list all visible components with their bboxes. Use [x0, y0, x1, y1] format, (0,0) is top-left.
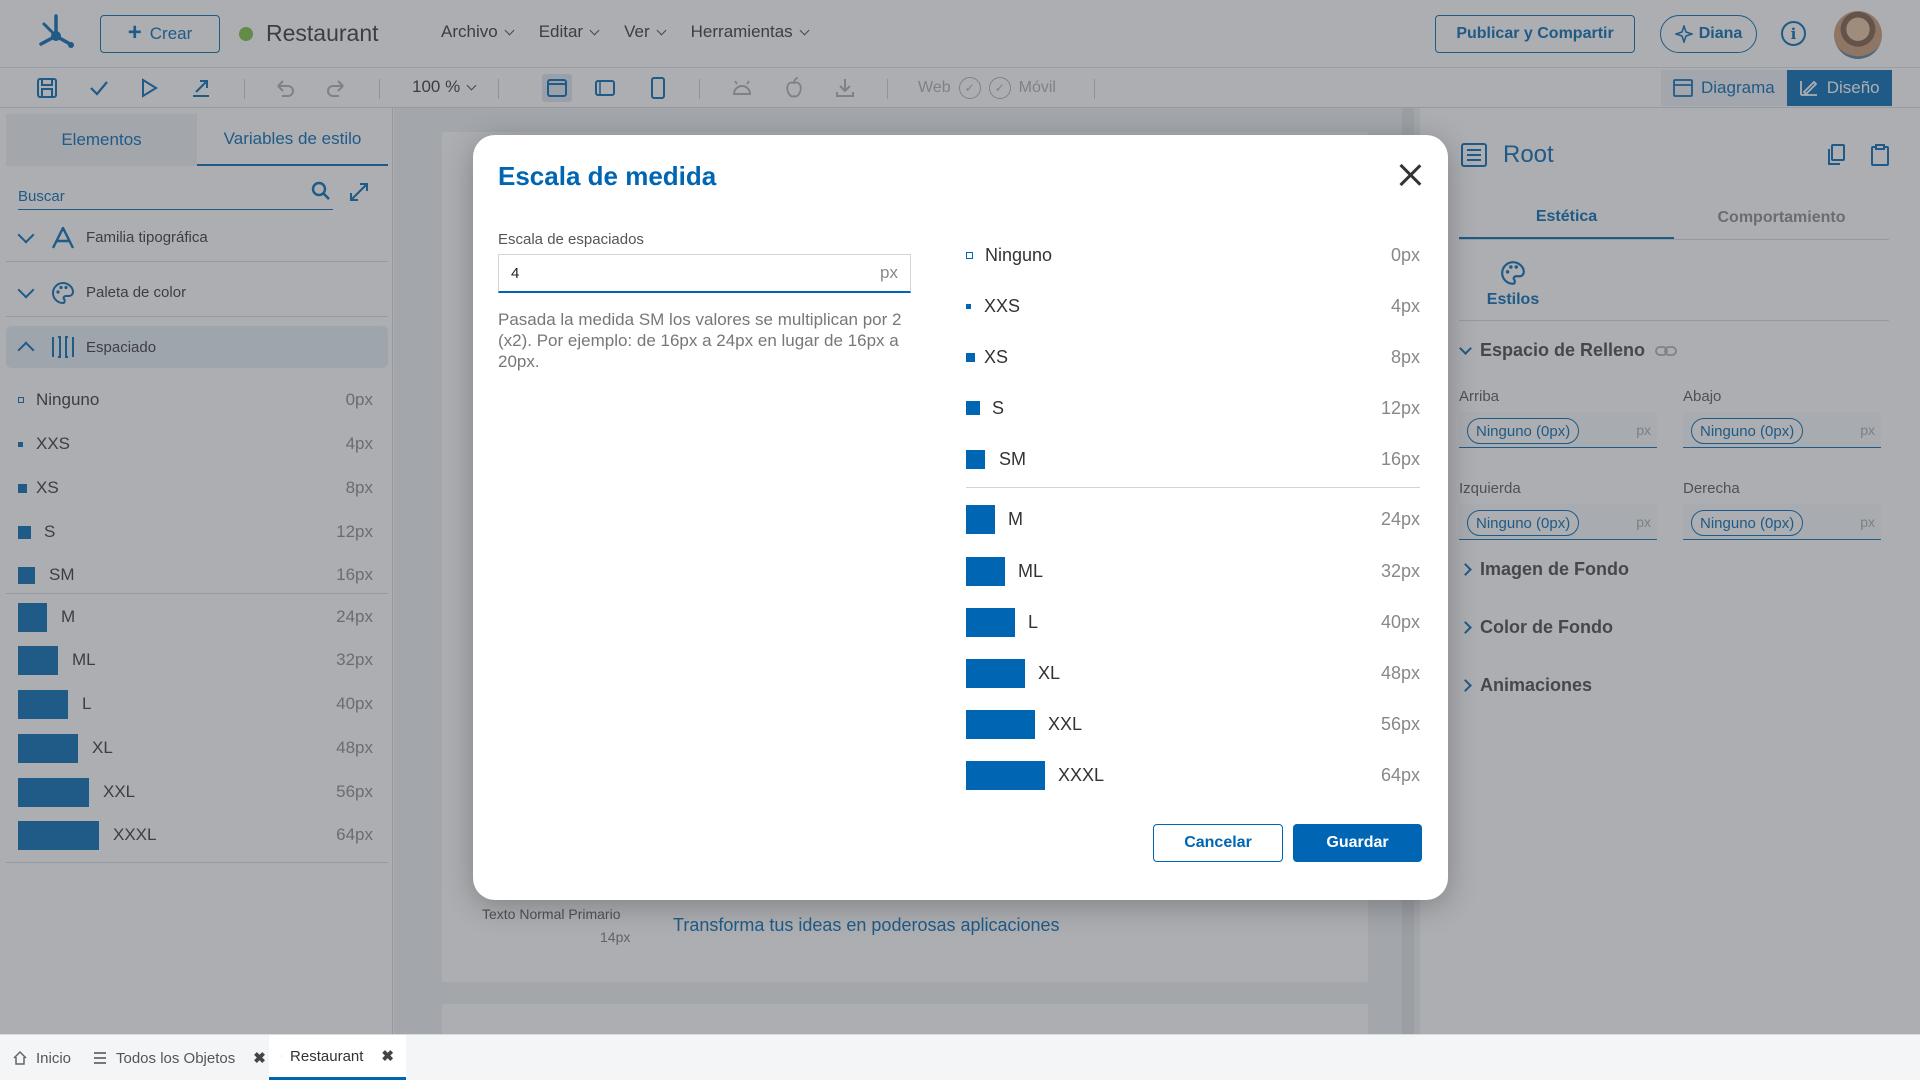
- list-icon: [94, 1052, 106, 1064]
- scale-item: L 40px: [966, 607, 1420, 637]
- close-icon[interactable]: ✖: [381, 1047, 394, 1065]
- scale-item: XXL 56px: [966, 709, 1420, 739]
- scale-swatch: [966, 449, 985, 469]
- scale-name: SM: [999, 448, 1026, 469]
- scale-value: 8px: [1390, 346, 1420, 367]
- scale-item: SM 16px: [966, 443, 1420, 475]
- help-text: Pasada la medida SM los valores se multi…: [498, 310, 902, 371]
- scale-swatch: [966, 303, 971, 309]
- close-icon[interactable]: ✖: [253, 1049, 266, 1067]
- scale-swatch: [966, 658, 1025, 688]
- scale-modal: Escala de medida Escala de espaciados 4 …: [473, 135, 1448, 900]
- scale-value: 64px: [1380, 764, 1420, 785]
- unit-label: px: [880, 263, 898, 282]
- scale-value: 4px: [1390, 295, 1420, 316]
- scale-name: M: [1008, 508, 1023, 529]
- scale-value: 48px: [1380, 662, 1420, 683]
- bottom-tab-restaurant[interactable]: Restaurant ✖: [269, 1035, 406, 1080]
- scale-name: ML: [1018, 560, 1044, 581]
- divider: [966, 487, 1420, 488]
- scale-name: XXL: [1048, 713, 1083, 734]
- close-icon[interactable]: [1398, 163, 1422, 187]
- scale-name: XL: [1038, 662, 1061, 683]
- home-icon: [13, 1050, 27, 1065]
- scale-name: XXS: [984, 295, 1021, 316]
- scale-item: XL 48px: [966, 658, 1420, 688]
- scale-item: M 24px: [966, 504, 1420, 534]
- scale-value: 16px: [1380, 448, 1420, 469]
- scale-swatch: [966, 709, 1035, 739]
- tab-label: Inicio: [36, 1049, 72, 1067]
- scale-value: 12px: [1380, 397, 1420, 418]
- tab-label: Todos los Objetos: [116, 1049, 236, 1067]
- scale-value: 32px: [1380, 560, 1420, 581]
- scale-swatch: [966, 760, 1045, 790]
- scale-name: S: [992, 397, 1005, 418]
- scale-swatch: [966, 607, 1015, 637]
- scale-item: XXS 4px: [966, 290, 1420, 322]
- scale-item: ML 32px: [966, 556, 1420, 586]
- bottom-tab-inicio[interactable]: Inicio: [12, 1035, 71, 1080]
- scale-value: 0px: [1390, 244, 1420, 265]
- scale-value: 24px: [1380, 508, 1420, 529]
- cancel-button[interactable]: Cancelar: [1153, 824, 1283, 862]
- scale-name: XS: [984, 346, 1009, 367]
- scale-value: 40px: [1380, 611, 1420, 632]
- scale-item: XXXL 64px: [966, 760, 1420, 790]
- save-button[interactable]: Guardar: [1293, 824, 1422, 862]
- bottom-tab-todos-objetos[interactable]: Todos los Objetos ✖: [92, 1035, 266, 1080]
- bottom-tab-bar: Inicio Todos los Objetos ✖ Restaurant ✖: [0, 1034, 1920, 1080]
- scale-name: L: [1028, 611, 1039, 632]
- scale-name: XXXL: [1058, 764, 1105, 785]
- input-value: 4: [511, 264, 520, 282]
- input-label: Escala de espaciados: [498, 231, 644, 248]
- spacing-scale-input[interactable]: 4 px: [498, 254, 911, 293]
- modal-title: Escala de medida: [498, 161, 717, 191]
- scale-item: Ninguno 0px: [966, 239, 1420, 271]
- scale-name: Ninguno: [985, 244, 1053, 265]
- scale-swatch: [966, 401, 980, 415]
- scale-swatch: [966, 251, 973, 259]
- tab-label: Restaurant: [290, 1047, 364, 1065]
- scale-item: S 12px: [966, 392, 1420, 424]
- scale-value: 56px: [1380, 713, 1420, 734]
- scale-swatch: [966, 504, 995, 534]
- scale-item: XS 8px: [966, 341, 1420, 373]
- scale-swatch: [966, 556, 1005, 586]
- folder-icon: [281, 1055, 283, 1057]
- scale-swatch: [966, 352, 975, 362]
